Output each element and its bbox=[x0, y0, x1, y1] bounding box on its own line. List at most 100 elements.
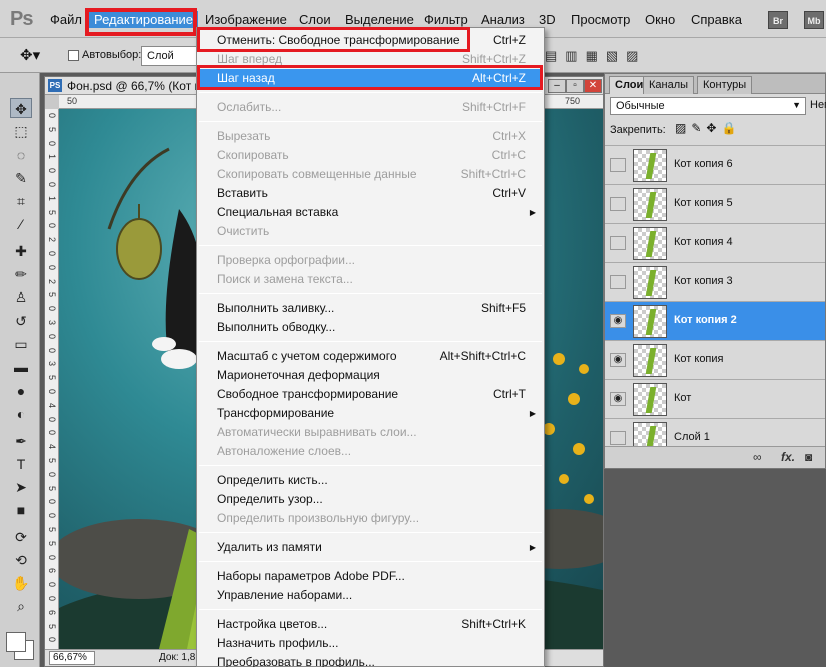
menu-analysis[interactable]: Анализ bbox=[481, 12, 525, 27]
layer-row[interactable]: ◉ Кот копия 5 bbox=[605, 184, 825, 223]
tab-paths[interactable]: Контуры bbox=[697, 76, 753, 94]
eraser-tool-icon[interactable]: ▭ bbox=[10, 334, 32, 354]
edit-menu-item[interactable]: Вставить Ctrl+V bbox=[217, 184, 526, 203]
eye-icon[interactable]: ◉ bbox=[610, 158, 626, 172]
gradient-tool-icon[interactable]: ▬ bbox=[10, 357, 32, 377]
ruler-tick-label: 0 bbox=[47, 223, 57, 229]
eye-icon[interactable]: ◉ bbox=[610, 236, 626, 250]
stamp-tool-icon[interactable]: ♙ bbox=[10, 287, 32, 307]
bridge-button[interactable]: Br bbox=[768, 11, 788, 29]
move-tool-icon[interactable]: ✥▾ bbox=[20, 46, 40, 64]
pen-tool-icon[interactable]: ✒ bbox=[10, 431, 32, 451]
ruler-tick-label: 0 bbox=[47, 182, 57, 188]
zoom-tool-icon[interactable]: ⌕ bbox=[10, 596, 32, 616]
edit-menu-item[interactable]: Определить произвольную фигуру... bbox=[217, 509, 526, 528]
edit-menu-item[interactable]: Скопировать совмещенные данные Shift+Ctrl… bbox=[217, 165, 526, 184]
foreground-color-swatch[interactable] bbox=[6, 632, 26, 652]
3d-rotate-tool-icon[interactable]: ⟳ bbox=[10, 527, 32, 547]
layer-row[interactable]: ◉ Кот копия 4 bbox=[605, 223, 825, 262]
eye-icon[interactable]: ◉ bbox=[610, 392, 626, 406]
shape-tool-icon[interactable]: ■ bbox=[10, 500, 32, 520]
healing-brush-icon[interactable]: ✚ bbox=[10, 241, 32, 261]
link-layers-icon[interactable]: ∞ bbox=[753, 450, 762, 464]
lock-icons[interactable]: ▨✎✥🔒 bbox=[675, 121, 741, 135]
eye-icon[interactable]: ◉ bbox=[610, 275, 626, 289]
type-tool-icon[interactable]: T bbox=[10, 454, 32, 474]
autoselect-dropdown[interactable]: Слой bbox=[141, 46, 199, 66]
blur-tool-icon[interactable]: ● bbox=[10, 381, 32, 401]
edit-menu-item[interactable]: Скопировать Ctrl+C bbox=[217, 146, 526, 165]
edit-menu-item[interactable]: Свободное трансформирование Ctrl+T bbox=[217, 385, 526, 404]
zoom-field[interactable]: 66,67% bbox=[49, 651, 95, 665]
menu-item-label: Определить узор... bbox=[217, 492, 323, 506]
blend-mode-dropdown[interactable]: Обычные ▼ bbox=[610, 97, 806, 115]
edit-menu-item[interactable]: Автоналожение слоев... bbox=[217, 442, 526, 461]
menu-filter[interactable]: Фильтр bbox=[424, 12, 468, 27]
quick-select-tool-icon[interactable]: ✎ bbox=[10, 168, 32, 188]
edit-menu-item[interactable]: Ослабить... Shift+Ctrl+F bbox=[217, 98, 526, 117]
menu-item-label: Очистить bbox=[217, 224, 270, 238]
add-mask-icon[interactable]: ◙ bbox=[805, 450, 812, 464]
eye-icon[interactable]: ◉ bbox=[610, 197, 626, 211]
menu-view[interactable]: Просмотр bbox=[571, 12, 630, 27]
edit-menu-item[interactable]: Преобразовать в профиль... bbox=[217, 653, 526, 667]
dodge-tool-icon[interactable]: ◐ bbox=[10, 404, 32, 424]
edit-menu-item[interactable]: Управление наборами... bbox=[217, 586, 526, 605]
move-tool-icon[interactable]: ✥ bbox=[10, 98, 32, 118]
restore-icon[interactable]: ▫ bbox=[566, 79, 584, 93]
edit-menu-item[interactable]: Марионеточная деформация bbox=[217, 366, 526, 385]
autoselect-checkbox[interactable] bbox=[68, 50, 79, 61]
layer-row[interactable]: ◉ Кот bbox=[605, 379, 825, 418]
eye-icon[interactable]: ◉ bbox=[610, 353, 626, 367]
layer-row[interactable]: ◉ Кот копия 6 bbox=[605, 145, 825, 184]
edit-menu-item[interactable]: Очистить bbox=[217, 222, 526, 241]
layer-row[interactable]: ◉ Кот копия bbox=[605, 340, 825, 379]
menu-file[interactable]: Файл bbox=[50, 12, 82, 27]
edit-menu-item[interactable]: Вырезать Ctrl+X bbox=[217, 127, 526, 146]
tab-channels[interactable]: Каналы bbox=[643, 76, 695, 94]
menu-3d[interactable]: 3D bbox=[539, 12, 556, 27]
menu-item-shortcut: Shift+Ctrl+F bbox=[461, 100, 526, 114]
edit-menu-item[interactable]: Проверка орфографии... bbox=[217, 251, 526, 270]
edit-menu-item[interactable]: Удалить из памяти ▶ bbox=[217, 538, 536, 557]
edit-menu-item[interactable]: Настройка цветов... Shift+Ctrl+K bbox=[217, 615, 526, 634]
edit-menu-item[interactable]: Поиск и замена текста... bbox=[217, 270, 526, 289]
menu-select[interactable]: Выделение bbox=[345, 12, 414, 27]
align-icons[interactable]: ▤▥▦▧▨ bbox=[545, 48, 646, 64]
edit-menu-item[interactable]: Определить узор... bbox=[217, 490, 526, 509]
close-icon[interactable]: ✕ bbox=[584, 79, 602, 93]
minimize-icon[interactable]: – bbox=[548, 79, 566, 93]
eyedropper-tool-icon[interactable]: ⁄ bbox=[10, 214, 32, 234]
edit-menu-item[interactable]: Определить кисть... bbox=[217, 471, 526, 490]
crop-tool-icon[interactable]: ⌗ bbox=[10, 191, 32, 211]
layer-row[interactable]: ◉ Кот копия 3 bbox=[605, 262, 825, 301]
edit-menu-item[interactable]: Масштаб с учетом содержимого Alt+Shift+Ct… bbox=[217, 347, 526, 366]
path-select-tool-icon[interactable]: ➤ bbox=[10, 477, 32, 497]
edit-menu-item[interactable]: Автоматически выравнивать слои... bbox=[217, 423, 526, 442]
edit-menu-item[interactable]: Выполнить обводку... bbox=[217, 318, 526, 337]
menu-help[interactable]: Справка bbox=[691, 12, 742, 27]
menu-window[interactable]: Окно bbox=[645, 12, 675, 27]
fx-icon[interactable]: fx. bbox=[781, 450, 795, 464]
menu-image[interactable]: Изображение bbox=[205, 12, 287, 27]
menu-item-label: Автоматически выравнивать слои... bbox=[217, 425, 417, 439]
edit-menu-item[interactable]: Трансформирование ▶ bbox=[217, 404, 536, 423]
edit-menu-item[interactable]: Специальная вставка ▶ bbox=[217, 203, 536, 222]
document-info[interactable]: Док: 1,8 bbox=[159, 652, 195, 663]
eye-icon[interactable]: ◉ bbox=[610, 431, 626, 445]
edit-menu-item[interactable]: Выполнить заливку... Shift+F5 bbox=[217, 299, 526, 318]
minibridge-button[interactable]: Mb bbox=[804, 11, 824, 29]
brush-tool-icon[interactable]: ✏ bbox=[10, 264, 32, 284]
menu-item-label: Вставить bbox=[217, 186, 268, 200]
menu-layers[interactable]: Слои bbox=[299, 12, 331, 27]
marquee-tool-icon[interactable]: ⬚ bbox=[10, 121, 32, 141]
edit-menu-item[interactable]: Назначить профиль... bbox=[217, 634, 526, 653]
lasso-tool-icon[interactable]: ◌ bbox=[10, 145, 32, 165]
3d-orbit-tool-icon[interactable]: ⟲ bbox=[10, 550, 32, 570]
hand-tool-icon[interactable]: ✋ bbox=[10, 573, 32, 593]
eye-icon[interactable]: ◉ bbox=[610, 314, 626, 328]
menu-separator bbox=[199, 561, 542, 562]
history-brush-icon[interactable]: ↺ bbox=[10, 311, 32, 331]
layer-row[interactable]: ◉ Кот копия 2 bbox=[605, 301, 825, 340]
edit-menu-item[interactable]: Наборы параметров Adobe PDF... bbox=[217, 567, 526, 586]
